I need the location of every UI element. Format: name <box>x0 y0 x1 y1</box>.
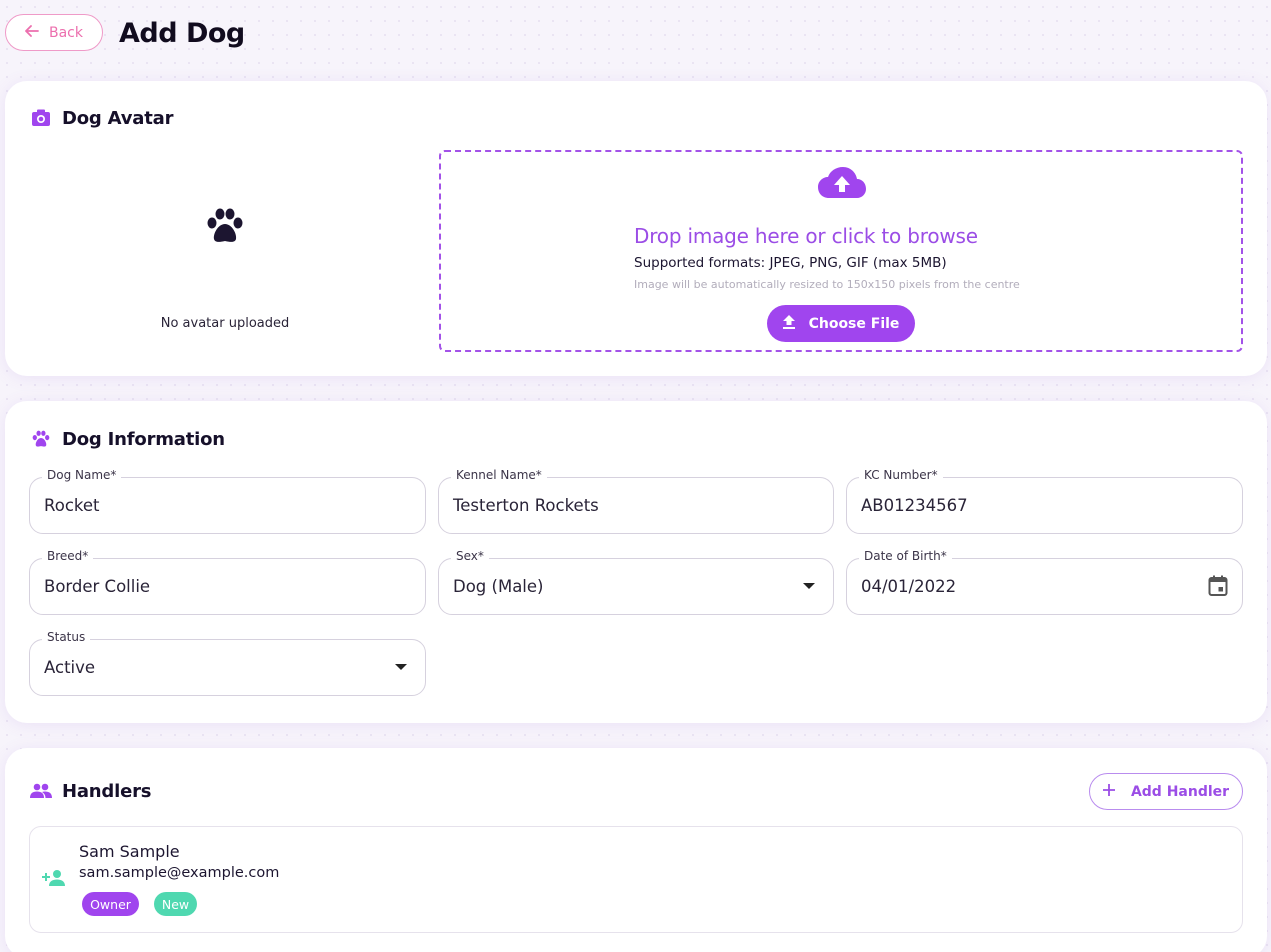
handler-name: Sam Sample <box>79 842 180 861</box>
choose-file-label: Choose File <box>808 315 900 332</box>
avatar-preview: No avatar uploaded <box>5 181 445 341</box>
breed-field[interactable]: Breed* Border Collie <box>29 549 426 615</box>
dropzone-note: Image will be automatically resized to 1… <box>634 278 1020 291</box>
no-avatar-text: No avatar uploaded <box>160 316 290 331</box>
status-select[interactable]: Status Active <box>29 630 426 696</box>
dog-information-card: Dog Information Dog Name* Rocket Kennel … <box>5 401 1267 723</box>
paw-icon <box>204 205 246 251</box>
back-button-label: Back <box>49 24 83 41</box>
upload-icon <box>782 314 795 333</box>
add-handler-button[interactable]: Add Handler <box>1089 773 1243 810</box>
cloud-upload-icon <box>817 166 867 204</box>
dog-avatar-title: Dog Avatar <box>62 107 174 129</box>
status-label: Status <box>42 630 91 644</box>
dog-name-value[interactable]: Rocket <box>44 496 374 515</box>
dog-avatar-header: Dog Avatar <box>30 107 173 129</box>
choose-file-button[interactable]: Choose File <box>767 305 915 342</box>
date-of-birth-value[interactable]: 04/01/2022 <box>861 577 1191 596</box>
dog-avatar-card: Dog Avatar No avatar uploaded Drop image… <box>5 81 1267 376</box>
handler-email: sam.sample@example.com <box>79 865 280 881</box>
back-button[interactable]: Back <box>5 14 103 51</box>
plus-icon <box>1102 783 1115 800</box>
dog-information-header: Dog Information <box>30 428 225 450</box>
group-icon <box>30 780 52 802</box>
handlers-header: Handlers <box>30 780 151 802</box>
date-of-birth-field[interactable]: Date of Birth* 04/01/2022 <box>846 549 1243 615</box>
sex-value: Dog (Male) <box>453 577 544 596</box>
dropzone-title: Drop image here or click to browse <box>634 224 978 248</box>
kennel-name-value[interactable]: Testerton Rockets <box>453 496 783 515</box>
person-add-icon <box>42 869 66 891</box>
image-dropzone[interactable]: Drop image here or click to browse Suppo… <box>439 150 1243 352</box>
page-title: Add Dog <box>119 18 245 49</box>
arrow-left-icon <box>25 25 39 40</box>
handlers-title: Handlers <box>62 780 152 802</box>
kennel-name-field[interactable]: Kennel Name* Testerton Rockets <box>438 468 834 534</box>
sex-select[interactable]: Sex* Dog (Male) <box>438 549 834 615</box>
sex-label: Sex* <box>451 549 489 563</box>
dog-information-title: Dog Information <box>62 428 225 450</box>
dog-name-label: Dog Name* <box>42 468 122 482</box>
new-badge: New <box>154 892 197 916</box>
status-value: Active <box>44 658 96 677</box>
dog-name-field[interactable]: Dog Name* Rocket <box>29 468 426 534</box>
dropzone-formats: Supported formats: JPEG, PNG, GIF (max 5… <box>634 255 947 271</box>
kc-number-field[interactable]: KC Number* AB01234567 <box>846 468 1243 534</box>
calendar-icon[interactable] <box>1208 575 1228 601</box>
owner-badge: Owner <box>82 892 139 916</box>
camera-icon <box>30 107 52 129</box>
breed-label: Breed* <box>42 549 94 563</box>
caret-down-icon[interactable] <box>803 583 815 589</box>
date-of-birth-label: Date of Birth* <box>859 549 952 563</box>
kc-number-label: KC Number* <box>859 468 943 482</box>
handlers-card: Handlers Add Handler Sam Sample sam.samp… <box>5 748 1267 952</box>
breed-value[interactable]: Border Collie <box>44 577 374 596</box>
caret-down-icon[interactable] <box>395 664 407 670</box>
add-handler-label: Add Handler <box>1130 783 1230 800</box>
paw-icon <box>30 428 52 450</box>
handler-list-item: Sam Sample sam.sample@example.com Owner … <box>29 826 1243 933</box>
kennel-name-label: Kennel Name* <box>451 468 547 482</box>
top-bar: Back Add Dog <box>0 0 1271 70</box>
kc-number-value[interactable]: AB01234567 <box>861 496 1191 515</box>
